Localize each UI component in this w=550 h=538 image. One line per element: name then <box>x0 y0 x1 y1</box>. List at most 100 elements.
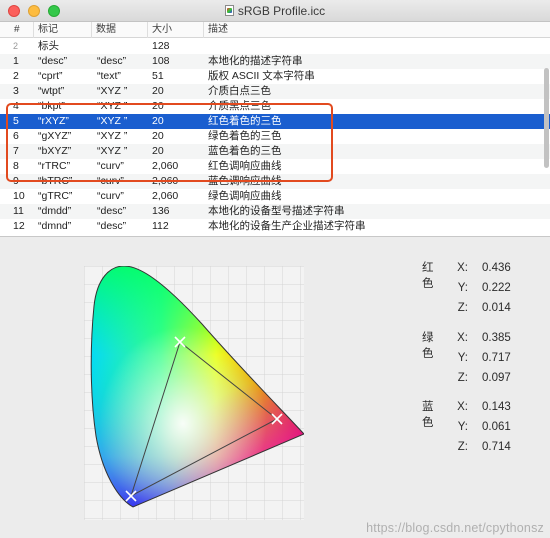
row-size: 2,060 <box>152 190 179 202</box>
red-z-row: Z: 0.014 <box>412 300 532 316</box>
table-row[interactable]: 6 “gXYZ” “XYZ ” 20 绿色着色的三色 <box>0 129 550 144</box>
table-row[interactable]: 11 “dmdd” “desc” 136 本地化的设备型号描述字符串 <box>0 204 550 219</box>
table-row[interactable]: 9 “bTRC” “curv” 2,060 蓝色调响应曲线 <box>0 174 550 189</box>
row-tag: “desc” <box>38 55 68 67</box>
row-size: 108 <box>152 55 170 67</box>
row-tag: “rTRC” <box>38 160 71 172</box>
green-x-row: 绿色 X: 0.385 <box>412 330 532 360</box>
column-header-description[interactable]: 描述 <box>204 22 550 38</box>
row-description: 版权 ASCII 文本字符串 <box>208 70 315 82</box>
row-tag: “wtpt” <box>38 85 65 97</box>
row-size: 128 <box>152 40 170 52</box>
table-row[interactable]: 2 “cprt” “text” 51 版权 ASCII 文本字符串 <box>0 69 550 84</box>
row-number: 1 <box>13 55 19 67</box>
profile-window: sRGB Profile.icc # 标记 数据 大小 描述 2 标头 128 1 “d… <box>0 0 550 538</box>
column-header-number[interactable]: # <box>0 22 34 38</box>
row-number: 3 <box>13 85 19 97</box>
row-number: 12 <box>13 220 25 232</box>
row-number: 4 <box>13 100 19 112</box>
row-data-type: “desc” <box>97 205 127 217</box>
table-row[interactable]: 3 “wtpt” “XYZ ” 20 介质白点三色 <box>0 84 550 99</box>
row-size: 20 <box>152 115 164 127</box>
row-data-type: “curv” <box>97 175 124 187</box>
row-tag: “gTRC” <box>38 190 73 202</box>
green-z-row: Z: 0.097 <box>412 370 532 386</box>
row-description: 绿色着色的三色 <box>208 130 282 142</box>
tag-table[interactable]: # 标记 数据 大小 描述 2 标头 128 1 “desc” “desc” 108 本地化的… <box>0 22 550 237</box>
row-number: 8 <box>13 160 19 172</box>
vertical-scrollbar[interactable] <box>542 38 550 236</box>
row-data-type: “desc” <box>97 220 127 232</box>
green-y-row: Y: 0.717 <box>412 350 532 366</box>
row-size: 51 <box>152 70 164 82</box>
row-data-type: “text” <box>97 70 121 82</box>
red-y-value: 0.222 <box>482 282 511 294</box>
green-y-value: 0.717 <box>482 352 511 364</box>
table-row[interactable]: 10 “gTRC” “curv” 2,060 绿色调响应曲线 <box>0 189 550 204</box>
red-x-row: 红色 X: 0.436 <box>412 260 532 290</box>
row-data-type: “XYZ ” <box>97 145 128 157</box>
scrollbar-thumb[interactable] <box>544 68 549 168</box>
table-row[interactable]: 4 “bkpt” “XYZ ” 20 介质黑点三色 <box>0 99 550 114</box>
blue-y-key: Y: <box>457 421 468 433</box>
red-z-value: 0.014 <box>482 302 511 314</box>
row-data-type: “desc” <box>97 55 127 67</box>
row-tag: “bkpt” <box>38 100 65 112</box>
blue-y-value: 0.061 <box>482 421 511 433</box>
table-row-selected[interactable]: 5 “rXYZ” “XYZ ” 20 红色着色的三色 <box>0 114 550 129</box>
window-title: sRGB Profile.icc <box>0 4 550 18</box>
column-header-tag[interactable]: 标记 <box>34 22 92 38</box>
row-size: 20 <box>152 85 164 97</box>
chromaticity-panel: 红色 X: 0.436 Y: 0.222 Z: 0.014 绿色 X: 0.385 Y: 0.… <box>0 238 550 538</box>
column-header-size[interactable]: 大小 <box>148 22 204 38</box>
title-bar[interactable]: sRGB Profile.icc <box>0 0 550 22</box>
red-y-key: Y: <box>457 282 468 294</box>
blue-z-value: 0.714 <box>482 441 511 453</box>
row-number: 6 <box>13 130 19 142</box>
row-tag: “cprt” <box>38 70 63 82</box>
row-description: 红色着色的三色 <box>208 115 282 127</box>
row-size: 20 <box>152 145 164 157</box>
red-y-row: Y: 0.222 <box>412 280 532 296</box>
table-row[interactable]: 1 “desc” “desc” 108 本地化的描述字符串 <box>0 54 550 69</box>
red-x-key: X: <box>457 262 468 274</box>
green-z-value: 0.097 <box>482 372 511 384</box>
green-z-key: Z: <box>457 372 468 384</box>
chromaticity-diagram <box>84 266 304 520</box>
table-row[interactable]: 12 “dmnd” “desc” 112 本地化的设备生产企业描述字符串 <box>0 219 550 234</box>
row-number: 5 <box>13 115 19 127</box>
row-data-type: “XYZ ” <box>97 115 128 127</box>
column-header-data[interactable]: 数据 <box>92 22 148 38</box>
row-data-type: “XYZ ” <box>97 130 128 142</box>
row-size: 112 <box>152 220 169 232</box>
table-row[interactable]: 8 “rTRC” “curv” 2,060 红色调响应曲线 <box>0 159 550 174</box>
row-tag: “dmnd” <box>38 220 72 232</box>
blue-z-row: Z: 0.714 <box>412 439 532 455</box>
watermark: https://blog.csdn.net/cpythonsz <box>366 521 544 535</box>
row-data-type: “curv” <box>97 160 124 172</box>
row-size: 2,060 <box>152 175 179 187</box>
blue-x-value: 0.143 <box>482 401 511 413</box>
row-tag: “rXYZ” <box>38 115 69 127</box>
green-y-key: Y: <box>457 352 468 364</box>
red-x-value: 0.436 <box>482 262 511 274</box>
row-number: 2 <box>13 70 19 82</box>
row-description: 红色调响应曲线 <box>208 160 282 172</box>
row-description: 介质白点三色 <box>208 85 271 97</box>
red-z-key: Z: <box>457 302 468 314</box>
row-tag: “bXYZ” <box>38 145 72 157</box>
row-description: 介质黑点三色 <box>208 100 271 112</box>
table-row[interactable]: 2 标头 128 <box>0 39 550 54</box>
row-data-type: “curv” <box>97 190 124 202</box>
row-size: 20 <box>152 100 164 112</box>
row-data-type: “XYZ ” <box>97 85 128 97</box>
document-icon <box>224 5 234 16</box>
row-size: 20 <box>152 130 164 142</box>
row-tag: “bTRC” <box>38 175 73 187</box>
row-data-type: “XYZ ” <box>97 100 128 112</box>
row-tag: “gXYZ” <box>38 130 72 142</box>
green-x-key: X: <box>457 332 468 344</box>
row-number: 9 <box>13 175 19 187</box>
row-number: 2 <box>13 41 19 51</box>
table-row[interactable]: 7 “bXYZ” “XYZ ” 20 蓝色着色的三色 <box>0 144 550 159</box>
